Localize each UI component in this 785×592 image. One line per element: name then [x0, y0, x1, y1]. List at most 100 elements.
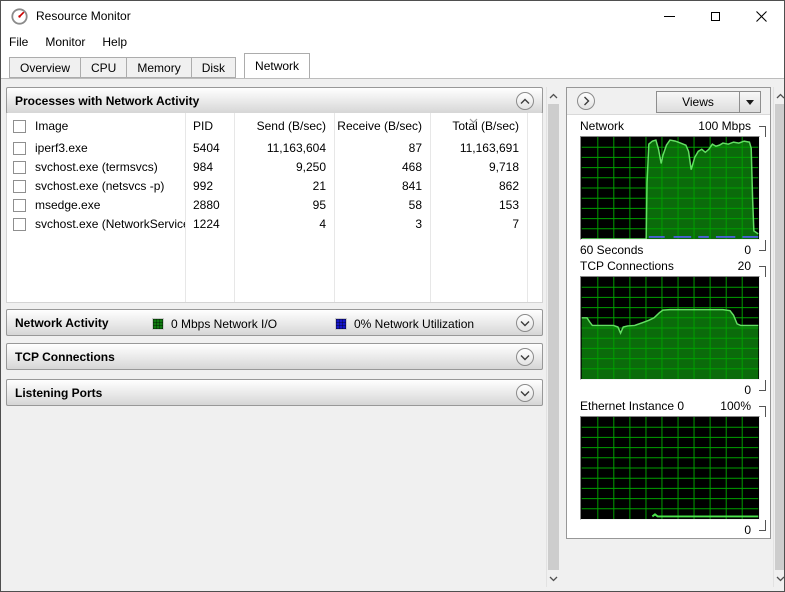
pid-cell: 984	[185, 160, 234, 174]
views-dropdown-button[interactable]: Views	[656, 91, 761, 113]
send-cell: 9,250	[234, 160, 334, 174]
scroll-down-button[interactable]	[774, 570, 785, 587]
chart-label-row: Ethernet Instance 0100%	[580, 398, 758, 414]
row-checkbox[interactable]	[13, 218, 26, 231]
chart-min-label: 0	[744, 243, 751, 257]
scroll-up-button[interactable]	[547, 87, 560, 104]
tab-network[interactable]: Network	[244, 53, 310, 78]
tab-disk[interactable]: Disk	[192, 57, 236, 78]
chart-title: TCP Connections	[580, 259, 674, 273]
process-name: svchost.exe (NetworkService...	[35, 217, 185, 231]
close-button[interactable]	[738, 1, 784, 31]
table-row[interactable]: msedge.exe28809558153	[7, 196, 542, 214]
menu-bar: File Monitor Help	[1, 31, 784, 53]
pid-cell: 5404	[185, 141, 234, 155]
chevron-down-icon	[776, 576, 785, 582]
menu-file[interactable]: File	[9, 33, 37, 52]
window-title: Resource Monitor	[36, 9, 131, 23]
tab-overview[interactable]: Overview	[9, 57, 81, 78]
column-header-total-b-sec[interactable]: Total (B/sec)	[430, 119, 527, 133]
process-name: msedge.exe	[35, 198, 100, 212]
scrollbar-thumb[interactable]	[548, 104, 559, 570]
charts-container: Network100 Mbps60 Seconds0TCP Connection…	[567, 118, 770, 538]
row-checkbox[interactable]	[13, 142, 26, 155]
views-dropdown-label: Views	[657, 95, 739, 109]
expand-tcp-connections-button[interactable]	[516, 348, 534, 366]
left-pane-scrollbar[interactable]	[546, 87, 559, 587]
tab-cpu[interactable]: CPU	[81, 57, 127, 78]
scale-bracket-top	[759, 266, 766, 277]
tcp-connections-section-header[interactable]: TCP Connections	[6, 343, 543, 370]
chart-block-tcp-connections: TCP Connections200	[567, 258, 770, 398]
menu-monitor[interactable]: Monitor	[45, 33, 94, 52]
total-cell: 9,718	[430, 160, 527, 174]
scroll-down-button[interactable]	[547, 570, 560, 587]
processes-section-header[interactable]: Processes with Network Activity	[6, 87, 543, 114]
maximize-icon	[711, 12, 720, 21]
listening-ports-section-header[interactable]: Listening Ports	[6, 379, 543, 406]
tab-memory[interactable]: Memory	[127, 57, 191, 78]
expand-listening-ports-button[interactable]	[516, 384, 534, 402]
views-dropdown-arrow[interactable]	[739, 92, 760, 112]
scroll-up-button[interactable]	[774, 87, 785, 104]
processes-table: Image PIDSend (B/sec)Receive (B/sec)Total…	[6, 113, 543, 303]
chart-label-row: TCP Connections20	[580, 258, 758, 274]
charts-panel: Views Network100 Mbps60 Seconds0TCP Conn…	[566, 87, 771, 539]
process-name: svchost.exe (netsvcs -p)	[35, 179, 164, 193]
scale-bracket-bottom	[759, 520, 766, 531]
send-cell: 95	[234, 198, 334, 212]
chart-graph	[580, 416, 760, 520]
resource-monitor-icon	[11, 8, 28, 25]
pid-cell: 1224	[185, 217, 234, 231]
send-cell: 4	[234, 217, 334, 231]
client-area: Processes with Network Activity Image PID…	[1, 78, 784, 591]
scale-bracket-bottom	[759, 240, 766, 251]
receive-cell: 841	[334, 179, 430, 193]
chart-max-label: 100%	[720, 399, 751, 413]
tcp-connections-title: TCP Connections	[15, 350, 115, 364]
expand-network-activity-button[interactable]	[516, 314, 534, 332]
scale-bracket-top	[759, 406, 766, 417]
chart-footer-row: 0	[580, 522, 758, 538]
table-row[interactable]: svchost.exe (netsvcs -p)99221841862	[7, 177, 542, 195]
column-header-receive-b-sec[interactable]: Receive (B/sec)	[334, 119, 430, 133]
receive-cell: 58	[334, 198, 430, 212]
column-header-image[interactable]: Image	[7, 119, 185, 133]
maximize-button[interactable]	[692, 1, 738, 31]
collapse-processes-button[interactable]	[516, 92, 534, 110]
row-checkbox[interactable]	[13, 161, 26, 174]
chevron-down-icon	[520, 354, 530, 361]
legend-label: 0% Network Utilization	[354, 317, 474, 331]
row-checkbox[interactable]	[13, 180, 26, 193]
collapse-charts-pane-button[interactable]	[577, 92, 595, 110]
legend-item: 0% Network Utilization	[335, 317, 474, 331]
receive-cell: 468	[334, 160, 430, 174]
minimize-button[interactable]	[646, 1, 692, 31]
network-activity-section-header[interactable]: Network Activity 0 Mbps Network I/O0% Ne…	[6, 309, 543, 336]
chart-block-ethernet-instance-0: Ethernet Instance 0100% 0	[567, 398, 770, 538]
column-header-send-b-sec[interactable]: Send (B/sec)	[234, 119, 334, 133]
process-image-cell: iperf3.exe	[7, 141, 185, 155]
table-row[interactable]: svchost.exe (NetworkService...1224437	[7, 215, 542, 233]
scale-bracket-top	[759, 126, 766, 137]
column-header-label: Image	[35, 119, 68, 133]
total-cell: 153	[430, 198, 527, 212]
listening-ports-title: Listening Ports	[15, 386, 102, 400]
column-header-pid[interactable]: PID	[185, 119, 234, 133]
row-checkbox[interactable]	[13, 199, 26, 212]
chevron-down-icon	[549, 576, 558, 582]
send-cell: 21	[234, 179, 334, 193]
menu-help[interactable]: Help	[102, 33, 136, 52]
table-row[interactable]: iperf3.exe540411,163,6048711,163,691	[7, 139, 542, 157]
chevron-up-icon	[520, 98, 530, 105]
table-row[interactable]: svchost.exe (termsvcs)9849,2504689,718	[7, 158, 542, 176]
process-image-cell: msedge.exe	[7, 198, 185, 212]
select-all-checkbox[interactable]	[13, 120, 26, 133]
right-pane-scrollbar[interactable]	[773, 87, 785, 587]
scrollbar-thumb[interactable]	[775, 104, 785, 570]
pid-cell: 992	[185, 179, 234, 193]
resource-monitor-window: Resource Monitor File Monitor Help Overvie…	[0, 0, 785, 592]
legend-swatch	[152, 318, 164, 330]
chevron-up-icon	[776, 93, 785, 99]
chart-footer-row: 60 Seconds0	[580, 242, 758, 258]
